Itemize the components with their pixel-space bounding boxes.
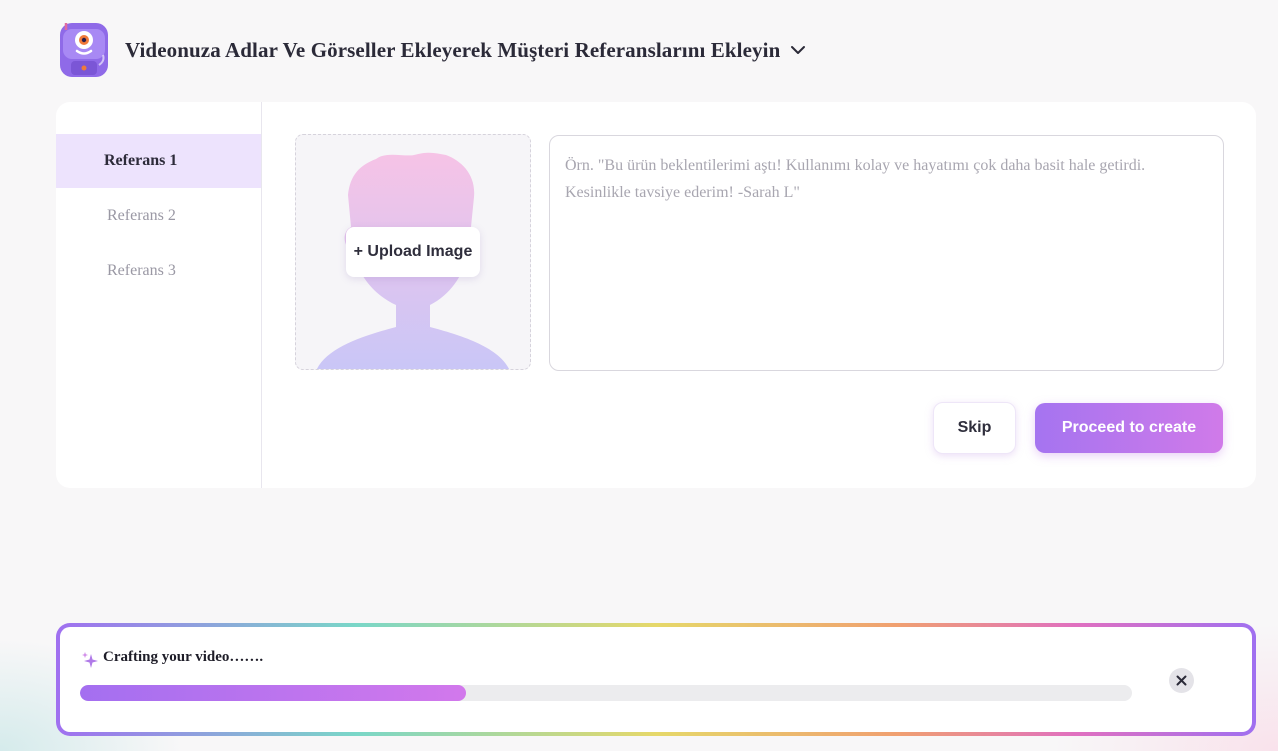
sidebar-item-referans-2[interactable]: Referans 2	[56, 189, 261, 243]
sidebar-item-referans-3[interactable]: Referans 3	[56, 244, 261, 298]
testimonial-card: Referans 1 Referans 2 Referans 3 + Uploa…	[56, 102, 1256, 488]
sidebar-item-referans-1[interactable]: Referans 1	[56, 134, 261, 188]
progress-panel: Crafting your video…….	[56, 623, 1256, 736]
progress-track	[80, 685, 1132, 701]
robot-mascot-icon	[60, 23, 108, 77]
page-title: Videonuza Adlar Ve Görseller Ekleyerek M…	[125, 37, 781, 62]
proceed-to-create-button[interactable]: Proceed to create	[1035, 403, 1223, 453]
progress-status-text: Crafting your video…….	[103, 649, 264, 665]
testimonial-sidebar: Referans 1 Referans 2 Referans 3	[56, 102, 262, 488]
image-upload-area[interactable]: + Upload Image	[295, 134, 531, 370]
progress-fill	[80, 685, 467, 701]
upload-image-button[interactable]: + Upload Image	[346, 227, 480, 277]
close-icon	[1176, 675, 1187, 686]
sparkle-icon	[82, 652, 98, 668]
skip-button[interactable]: Skip	[933, 402, 1016, 454]
page-header: Videonuza Adlar Ve Görseller Ekleyerek M…	[57, 20, 806, 80]
testimonial-textarea[interactable]	[549, 135, 1224, 371]
close-button[interactable]	[1169, 668, 1194, 693]
chevron-down-icon[interactable]	[790, 45, 806, 55]
progress-panel-inner: Crafting your video…….	[60, 627, 1252, 732]
